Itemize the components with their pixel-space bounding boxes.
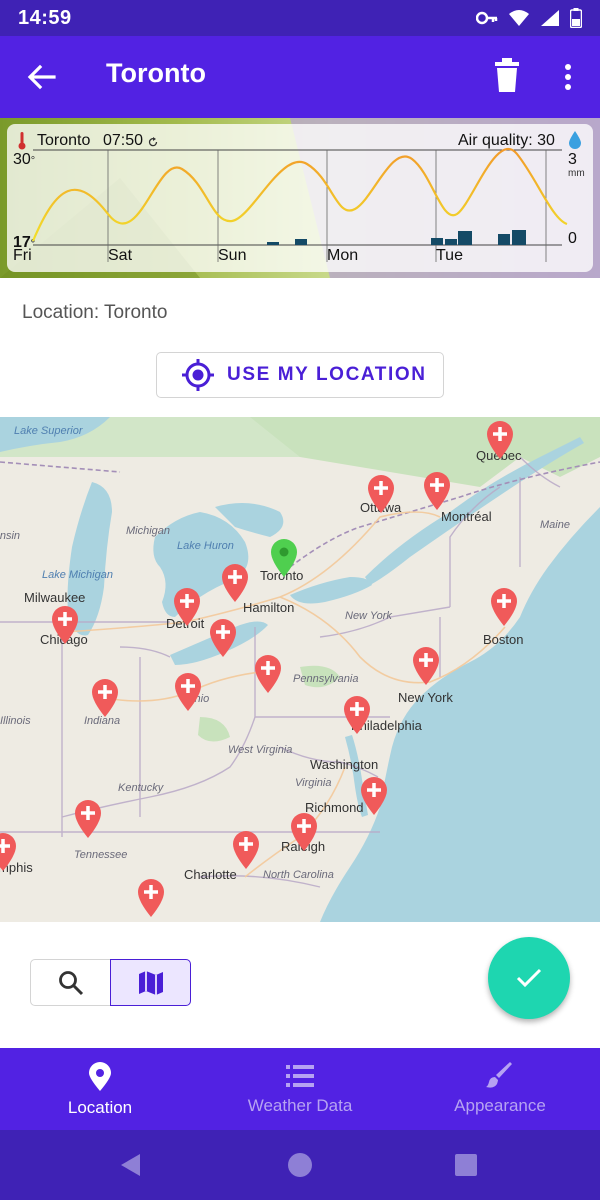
map-city-label: Montréal <box>441 509 492 524</box>
map-pin-montreal[interactable] <box>422 471 452 511</box>
map-region-label: North Carolina <box>263 869 334 881</box>
bottom-navigation: Location Weather Data Appearance <box>0 1048 600 1130</box>
map-pin-norfolk[interactable] <box>359 776 389 816</box>
nav-label-weather-data: Weather Data <box>247 1096 353 1115</box>
map-pin-charlotte[interactable] <box>231 830 261 870</box>
map-region-label: Maine <box>540 519 570 531</box>
map-region-label: Pennsylvania <box>293 673 359 685</box>
map-mode-button[interactable] <box>110 959 191 1006</box>
back-arrow-icon[interactable] <box>24 60 58 94</box>
weather-widget[interactable]: Toronto 07:50 Air quality: 30 30° 17° 3 … <box>7 124 593 272</box>
system-navigation-bar <box>0 1130 600 1200</box>
map-pin-hamilton[interactable] <box>220 563 250 603</box>
map-pin-memphis[interactable] <box>0 832 18 872</box>
list-icon <box>286 1065 314 1087</box>
map-pin-ottawa[interactable] <box>366 474 396 514</box>
map-city-label: Milwaukee <box>24 590 86 605</box>
map-view[interactable]: Lake Superior Lake Michigan Lake Huron M… <box>0 417 600 922</box>
map-pin-cleveland[interactable] <box>208 618 238 658</box>
check-icon <box>516 968 542 988</box>
day-label: Mon <box>327 247 359 264</box>
map-pin-philadelphia[interactable] <box>342 695 372 735</box>
use-my-location-label: USE MY LOCATION <box>227 364 427 385</box>
status-bar: 14:59 <box>0 0 600 36</box>
location-pin-icon <box>89 1062 111 1091</box>
wifi-icon <box>509 10 529 26</box>
confirm-fab-button[interactable] <box>488 937 570 1019</box>
search-icon <box>58 970 83 995</box>
map-city-label: New York <box>398 690 453 705</box>
map-water-label: Lake Huron <box>177 540 234 552</box>
gps-target-icon <box>182 359 214 391</box>
map-region-label: Michigan <box>126 525 171 537</box>
map-pin-pittsburgh[interactable] <box>253 654 283 694</box>
map-pin-quebec[interactable] <box>485 420 515 460</box>
map-city-label: Boston <box>483 632 524 647</box>
map-pin-columbus[interactable] <box>173 672 203 712</box>
map-pin-boston[interactable] <box>489 587 519 627</box>
page-title: Toronto <box>106 58 206 88</box>
nav-label-appearance: Appearance <box>454 1096 546 1115</box>
map-water-label: Lake Michigan <box>42 569 113 581</box>
system-home-icon[interactable] <box>286 1151 314 1179</box>
signal-icon <box>541 10 559 26</box>
map-city-label: Hamilton <box>243 600 295 615</box>
map-region-label: Virginia <box>295 777 332 789</box>
day-label: Tue <box>436 247 463 264</box>
map-region-label: Tennessee <box>74 849 128 861</box>
day-label: Sun <box>218 247 247 264</box>
day-label: Sat <box>108 247 133 264</box>
map-region-label: New York <box>345 610 392 622</box>
map-pin-indianapolis[interactable] <box>90 678 120 718</box>
nav-item-appearance[interactable]: Appearance <box>400 1048 600 1130</box>
system-back-icon[interactable] <box>118 1152 144 1178</box>
map-pin-raleigh[interactable] <box>289 812 319 852</box>
system-recents-icon[interactable] <box>454 1153 478 1177</box>
delete-icon[interactable] <box>492 58 522 94</box>
map-pin-new-york[interactable] <box>411 646 441 686</box>
map-water-label: Lake Superior <box>14 425 83 437</box>
map-pin-toronto-current[interactable] <box>269 538 299 578</box>
location-label: Location: Toronto <box>22 302 168 323</box>
status-icons <box>476 8 582 28</box>
nav-label-location: Location <box>67 1098 133 1117</box>
nav-item-weather-data[interactable]: Weather Data <box>200 1048 400 1130</box>
more-options-icon[interactable] <box>556 62 580 92</box>
map-pin-chicago[interactable] <box>50 605 80 645</box>
brush-icon <box>486 1062 512 1088</box>
search-mode-toggle <box>30 959 192 1006</box>
map-region-label: Illinois <box>0 715 31 727</box>
map-city-label: Charlotte <box>184 867 237 882</box>
map-pin-atlanta[interactable] <box>136 878 166 918</box>
map-icon <box>138 970 163 995</box>
map-pin-louisville[interactable] <box>73 799 103 839</box>
forecast-graph <box>31 147 568 262</box>
search-mode-button[interactable] <box>30 959 111 1006</box>
battery-icon <box>570 8 582 28</box>
nav-item-location[interactable]: Location <box>0 1048 200 1130</box>
use-my-location-button[interactable]: USE MY LOCATION <box>156 352 444 398</box>
map-region-label: Wisconsin <box>0 530 21 542</box>
vpn-key-icon <box>476 11 498 25</box>
map-pin-detroit[interactable] <box>172 587 202 627</box>
widget-preview: Toronto 07:50 Air quality: 30 30° 17° 3 … <box>0 118 600 278</box>
map-region-label: West Virginia <box>228 744 293 756</box>
status-time: 14:59 <box>18 6 72 29</box>
map-region-label: Kentucky <box>118 782 164 794</box>
day-label: Fri <box>13 247 32 264</box>
map-city-label: Washington <box>310 757 379 772</box>
app-bar: Toronto <box>0 36 600 118</box>
